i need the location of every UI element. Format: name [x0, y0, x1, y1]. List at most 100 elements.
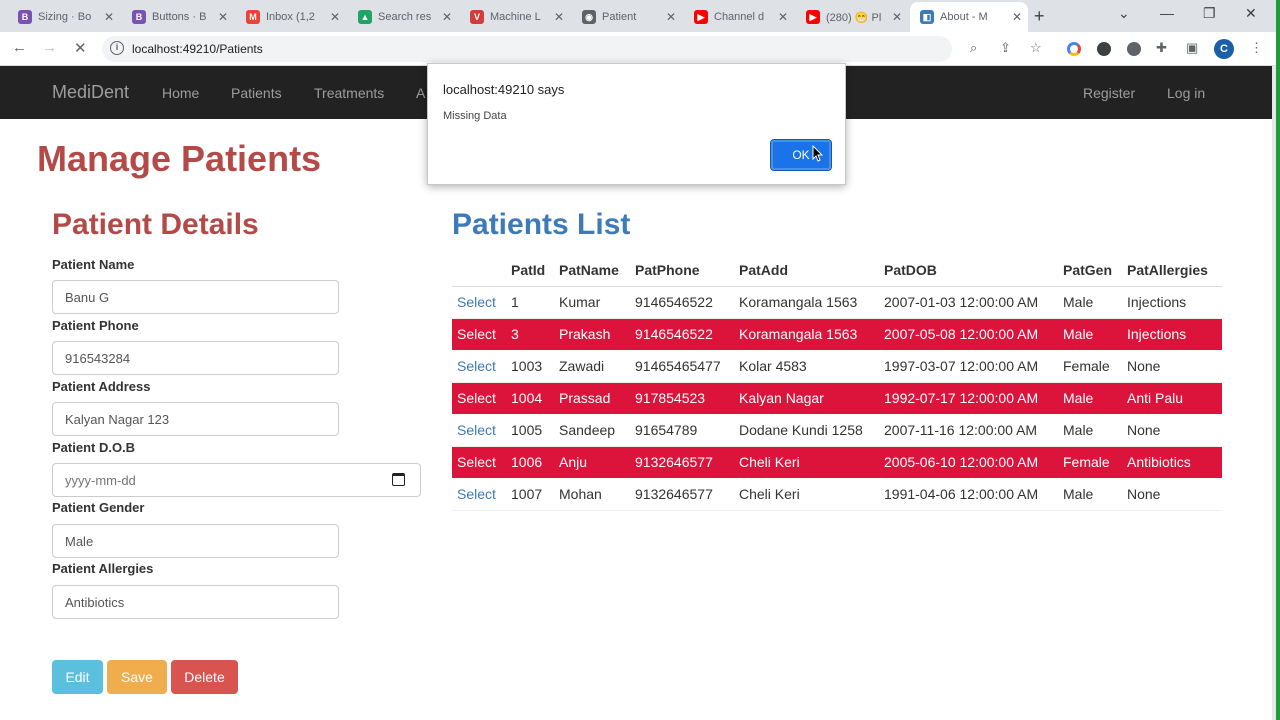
select-link[interactable]: Select	[457, 422, 496, 438]
forward-icon[interactable]: →	[42, 39, 57, 56]
browser-tab[interactable]: ◧ About - M ✕	[910, 2, 1028, 32]
column-header: PatDOB	[879, 254, 1058, 287]
edit-button[interactable]: Edit	[52, 660, 103, 694]
tab-close-icon[interactable]: ✕	[442, 10, 452, 24]
alert-dialog: localhost:49210 says Missing Data OK	[427, 63, 846, 185]
table-cell: Male	[1058, 286, 1122, 319]
browser-tab[interactable]: M Inbox (1,2 ✕	[236, 4, 346, 30]
extension-icon[interactable]	[1127, 42, 1141, 56]
side-panel-icon[interactable]: ▣	[1186, 40, 1198, 56]
menu-kebab-icon[interactable]: ⋮	[1250, 40, 1263, 56]
bootstrap-icon: B	[18, 10, 32, 24]
nav-treatments[interactable]: Treatments	[314, 85, 384, 101]
table-cell: 1007	[506, 478, 554, 511]
browser-tab[interactable]: B Sizing · Bo ✕	[8, 4, 120, 30]
restore-icon[interactable]: ❐	[1203, 5, 1216, 22]
patient-dob-input[interactable]	[52, 463, 421, 497]
extension-icon[interactable]	[1097, 42, 1111, 56]
table-cell: Female	[1058, 350, 1122, 383]
delete-button[interactable]: Delete	[171, 660, 238, 694]
select-column-header	[452, 254, 506, 287]
table-cell: 9146546522	[630, 286, 734, 319]
select-link[interactable]: Select	[457, 390, 496, 406]
patient-phone-input[interactable]	[52, 341, 339, 375]
browser-tab[interactable]: ▶ (280) 😁 Pl ✕	[796, 4, 908, 30]
tab-close-icon[interactable]: ✕	[892, 10, 902, 24]
nav-login[interactable]: Log in	[1167, 85, 1205, 101]
table-cell: Injections	[1122, 286, 1222, 319]
new-tab-button[interactable]: +	[1034, 6, 1045, 27]
tab-search-icon[interactable]: ⌄	[1118, 5, 1130, 22]
table-cell: Kumar	[554, 286, 630, 319]
tab-close-icon[interactable]: ✕	[554, 10, 564, 24]
table-cell: Mohan	[554, 478, 630, 511]
tab-close-icon[interactable]: ✕	[218, 10, 228, 24]
select-link[interactable]: Select	[457, 326, 496, 342]
tab-close-icon[interactable]: ✕	[1012, 10, 1022, 24]
patient-name-label: Patient Name	[52, 257, 135, 272]
table-cell: Koramangala 1563	[734, 318, 879, 350]
tab-close-icon[interactable]: ✕	[330, 10, 340, 24]
select-link[interactable]: Select	[457, 294, 496, 310]
tab-title: About - M	[940, 11, 988, 23]
site-icon: ◧	[920, 10, 934, 24]
address-bar[interactable]: i localhost:49210/Patients	[102, 36, 952, 62]
table-cell: Koramangala 1563	[734, 286, 879, 319]
column-header: PatAdd	[734, 254, 879, 287]
brand-link[interactable]: MediDent	[52, 82, 129, 103]
table-cell: 917854523	[630, 382, 734, 414]
select-link[interactable]: Select	[457, 486, 496, 502]
patient-address-input[interactable]	[52, 402, 339, 436]
column-header: PatName	[554, 254, 630, 287]
select-link[interactable]: Select	[457, 358, 496, 374]
minimize-icon[interactable]: —	[1160, 5, 1174, 21]
bookmark-star-icon[interactable]: ☆	[1030, 40, 1042, 56]
table-cell: Male	[1058, 382, 1122, 414]
tab-title: Sizing · Bo	[38, 11, 92, 23]
browser-tab[interactable]: B Buttons · B ✕	[122, 4, 234, 30]
table-cell: None	[1122, 478, 1222, 511]
calendar-icon[interactable]	[392, 473, 405, 486]
tab-title: Patient	[602, 11, 637, 23]
patient-gender-input[interactable]	[52, 524, 339, 558]
bootstrap-icon: B	[132, 10, 146, 24]
youtube-icon: ▶	[806, 10, 820, 24]
table-cell: Cheli Keri	[734, 446, 879, 478]
table-cell: 2007-11-16 12:00:00 AM	[879, 414, 1058, 447]
extension-icon[interactable]	[1067, 42, 1081, 56]
nav-patients[interactable]: Patients	[231, 85, 282, 101]
reload-icon[interactable]: ✕	[74, 39, 87, 57]
select-cell: Select	[452, 414, 506, 447]
table-cell: 91465465477	[630, 350, 734, 383]
select-link[interactable]: Select	[457, 454, 496, 470]
tab-title: Machine L	[490, 11, 541, 23]
patient-name-input[interactable]	[52, 280, 339, 314]
site-info-icon[interactable]: i	[110, 41, 124, 55]
tab-close-icon[interactable]: ✕	[104, 10, 114, 24]
column-header: PatId	[506, 254, 554, 287]
nav-home[interactable]: Home	[162, 85, 199, 101]
table-cell: Male	[1058, 478, 1122, 511]
dialog-title: localhost:49210 says	[443, 82, 565, 97]
browser-tab[interactable]: V Machine L ✕	[460, 4, 570, 30]
nav-appointments[interactable]: A	[416, 85, 425, 101]
back-icon[interactable]: ←	[12, 39, 27, 56]
drive-icon: ▲	[358, 10, 372, 24]
zoom-icon[interactable]: ⌕	[970, 40, 977, 56]
share-icon[interactable]: ⇪	[1000, 40, 1011, 56]
nav-register[interactable]: Register	[1083, 85, 1135, 101]
patient-allergies-input[interactable]	[52, 585, 339, 619]
browser-tab[interactable]: ◉ Patient ✕	[572, 4, 682, 30]
select-cell: Select	[452, 478, 506, 511]
table-cell: 1005	[506, 414, 554, 447]
browser-tab[interactable]: ▶ Channel d ✕	[684, 4, 794, 30]
select-cell: Select	[452, 318, 506, 350]
tab-close-icon[interactable]: ✕	[666, 10, 676, 24]
table-cell: 1991-04-06 12:00:00 AM	[879, 478, 1058, 511]
profile-avatar[interactable]: C	[1214, 39, 1234, 59]
puzzle-extensions-icon[interactable]: ✚	[1156, 40, 1167, 56]
save-button[interactable]: Save	[107, 660, 167, 694]
browser-tab[interactable]: ▲ Search res ✕	[348, 4, 458, 30]
window-close-icon[interactable]: ✕	[1245, 5, 1257, 22]
tab-close-icon[interactable]: ✕	[778, 10, 788, 24]
